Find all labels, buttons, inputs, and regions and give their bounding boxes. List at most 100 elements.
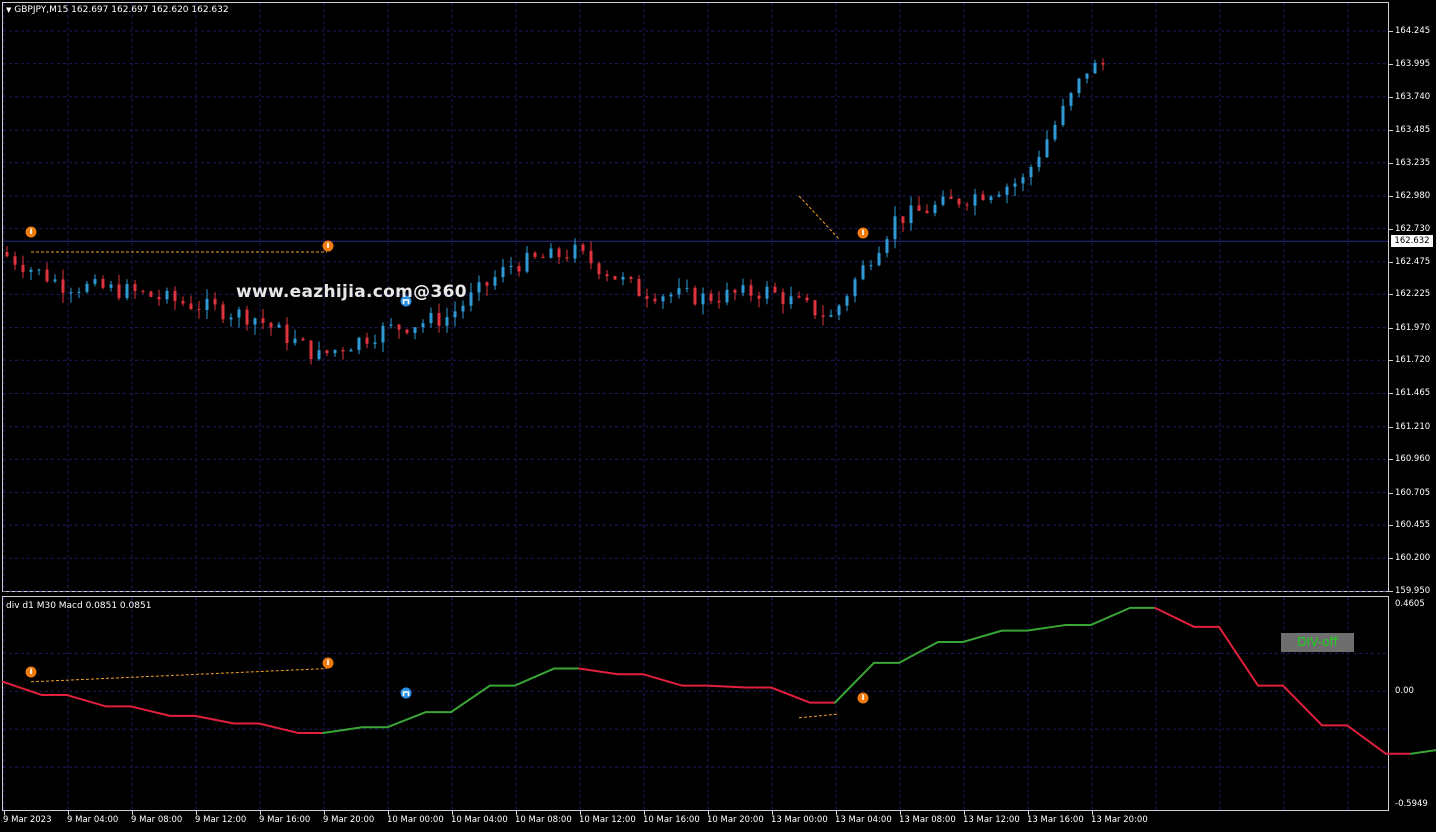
candle-body <box>669 294 673 297</box>
candle-body <box>757 295 761 299</box>
candle-body <box>509 266 513 268</box>
candle-body <box>1085 73 1089 79</box>
candle-body <box>349 349 353 352</box>
candle-body <box>765 286 769 299</box>
price-axis-label: 161.720 <box>1395 355 1431 366</box>
candle-body <box>653 298 657 302</box>
macd-line-segment <box>386 711 427 729</box>
candle-body <box>421 323 425 328</box>
price-axis-tick <box>1389 261 1393 263</box>
time-axis-label: 10 Mar 16:00 <box>643 815 700 825</box>
price-axis-label: 161.970 <box>1395 322 1431 333</box>
candle-body <box>125 284 129 298</box>
time-axis-label: 9 Mar 20:00 <box>323 815 375 825</box>
candle-body <box>973 194 977 206</box>
candle-body <box>797 296 801 298</box>
candle-body <box>581 244 585 251</box>
candle-body <box>813 300 817 316</box>
candle-body <box>85 283 89 292</box>
candle-body <box>413 327 417 333</box>
candle-body <box>869 265 873 267</box>
bullish-divergence-icon[interactable] <box>400 687 412 699</box>
divergence-line <box>798 195 840 240</box>
candle-body <box>173 290 177 301</box>
candle-body <box>1045 139 1049 158</box>
candle-body <box>725 289 729 303</box>
candle-body <box>53 279 57 282</box>
candle-body <box>925 210 929 214</box>
current-price-label: 162.632 <box>1391 235 1433 247</box>
candle-body <box>341 350 345 352</box>
candle-body <box>685 287 689 289</box>
candle-body <box>805 297 809 301</box>
macd-line-segment <box>642 673 683 687</box>
candle-body <box>133 284 137 291</box>
candle-body <box>613 276 617 280</box>
candle-body <box>325 350 329 354</box>
time-axis-label: 13 Mar 16:00 <box>1027 815 1084 825</box>
macd-line-segment <box>898 640 939 664</box>
bearish-divergence-icon[interactable] <box>25 226 37 238</box>
candle-body <box>781 292 785 305</box>
candle-body <box>1021 177 1025 184</box>
price-axis-label: 163.995 <box>1395 58 1431 69</box>
candle-body <box>485 282 489 286</box>
candle-body <box>629 276 633 279</box>
price-axis-label: 163.740 <box>1395 91 1431 102</box>
bearish-divergence-icon[interactable] <box>857 227 869 239</box>
macd-line-segment <box>1154 606 1195 628</box>
candle-body <box>957 198 961 205</box>
candle-body <box>453 311 457 318</box>
time-axis-label: 10 Mar 04:00 <box>451 815 508 825</box>
candle-body <box>749 285 753 296</box>
candle-body <box>621 276 625 280</box>
candle-body <box>469 292 473 306</box>
time-axis-label: 13 Mar 04:00 <box>835 815 892 825</box>
candle-body <box>597 263 601 275</box>
candle-body <box>157 296 161 300</box>
candle-body <box>661 296 665 302</box>
candle-body <box>677 288 681 295</box>
candle-body <box>373 342 377 344</box>
candle-body <box>77 291 81 293</box>
candle-body <box>261 318 265 323</box>
price-axis-label: 162.475 <box>1395 256 1431 267</box>
div-off-button[interactable]: DIV-off <box>1281 633 1354 652</box>
macd-line-segment <box>514 667 555 687</box>
watermark: www.eazhijia.com@360 <box>236 282 467 302</box>
chart-menu-arrow-icon[interactable]: ▼ <box>6 6 11 14</box>
candle-body <box>533 252 537 257</box>
price-axis-label: 162.980 <box>1395 190 1431 201</box>
candle-body <box>733 289 737 293</box>
candle-body <box>829 315 833 317</box>
candle-body <box>445 317 449 326</box>
candle-body <box>21 264 25 272</box>
indicator-axis-label: 0.00 <box>1395 686 1414 697</box>
candle-body <box>13 256 17 265</box>
price-axis-tick <box>1389 294 1393 296</box>
candle-body <box>717 300 721 303</box>
bearish-divergence-icon[interactable] <box>25 666 37 678</box>
candle-body <box>853 279 857 297</box>
price-axis-tick <box>1389 492 1393 494</box>
candle-body <box>253 318 257 325</box>
time-axis-label: 9 Mar 08:00 <box>131 815 183 825</box>
candle-body <box>1101 62 1105 65</box>
candle-body <box>109 284 113 288</box>
chart-header: ▼ GBPJPY,M15 162.697 162.697 162.620 162… <box>6 5 229 15</box>
price-axis-tick <box>1389 327 1393 329</box>
candle-body <box>477 282 481 293</box>
candle-body <box>1005 186 1009 195</box>
candle-body <box>837 305 841 316</box>
chart-canvas[interactable] <box>0 0 1436 832</box>
bearish-divergence-icon[interactable] <box>857 692 869 704</box>
price-axis-tick <box>1389 31 1393 32</box>
candle-body <box>165 290 169 300</box>
candle-body <box>1013 183 1017 187</box>
bearish-divergence-icon[interactable] <box>322 240 334 252</box>
price-axis-tick <box>1389 228 1393 230</box>
candle-body <box>189 303 193 309</box>
candle-body <box>429 313 433 324</box>
bearish-divergence-icon[interactable] <box>322 657 334 669</box>
candle-body <box>493 277 497 286</box>
